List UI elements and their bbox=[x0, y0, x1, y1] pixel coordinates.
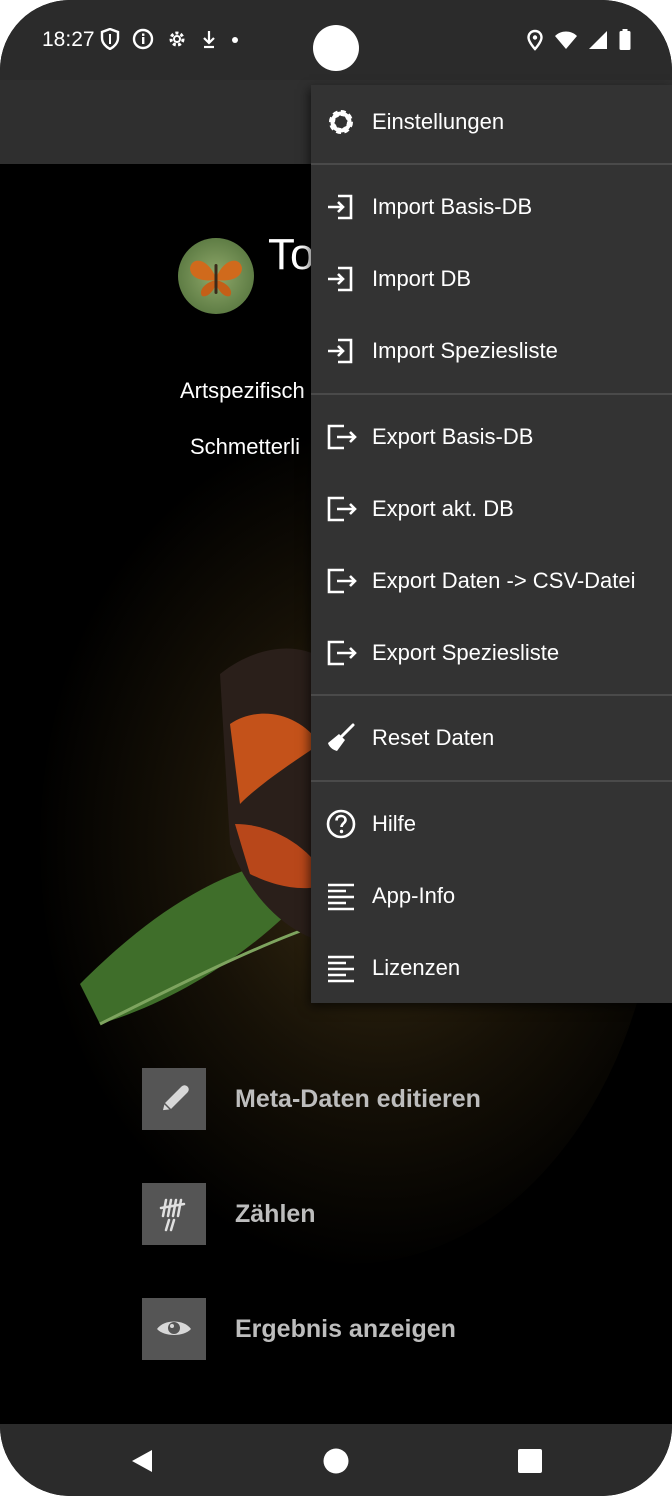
text-lines-icon bbox=[325, 952, 357, 984]
menu-item-settings[interactable]: Einstellungen bbox=[311, 86, 672, 158]
menu-item-label: Export akt. DB bbox=[372, 496, 514, 521]
recents-icon[interactable] bbox=[517, 1448, 543, 1474]
app-subtitle-2: Schmetterli bbox=[190, 434, 301, 459]
signal-icon bbox=[589, 31, 607, 49]
menu-item-label: Einstellungen bbox=[372, 109, 505, 134]
import-icon bbox=[325, 191, 357, 223]
tally-icon bbox=[142, 1183, 206, 1245]
navigation-bar bbox=[0, 1424, 672, 1496]
settings-status-icon bbox=[169, 31, 185, 47]
menu-item-label: Export Speziesliste bbox=[372, 640, 560, 665]
gear-icon bbox=[325, 106, 357, 138]
count-button[interactable]: Zählen bbox=[142, 1183, 316, 1245]
status-time: 18:27 bbox=[42, 28, 95, 51]
show-results-label: Ergebnis anzeigen bbox=[235, 1314, 456, 1343]
menu-item-reset-data[interactable]: Reset Daten bbox=[311, 702, 672, 774]
import-icon bbox=[325, 335, 357, 367]
menu-item-label: Export Basis-DB bbox=[372, 424, 534, 449]
menu-item-export-current-db[interactable]: Export akt. DB bbox=[311, 473, 672, 545]
app-logo-avatar bbox=[178, 238, 254, 314]
phone-screen: 18:27 To Artspezifisch Schmetterli Meta-… bbox=[0, 0, 672, 1496]
menu-item-import-db[interactable]: Import DB bbox=[311, 243, 672, 315]
menu-item-label: Hilfe bbox=[372, 811, 417, 836]
menu-item-export-csv[interactable]: Export Daten -> CSV-Datei bbox=[311, 545, 672, 617]
export-icon bbox=[325, 421, 357, 453]
front-camera bbox=[313, 25, 359, 71]
download-status-icon bbox=[203, 31, 215, 49]
home-icon[interactable] bbox=[322, 1447, 350, 1475]
menu-divider bbox=[311, 780, 672, 782]
app-title: To bbox=[268, 230, 315, 279]
menu-divider bbox=[311, 393, 672, 395]
export-icon bbox=[325, 637, 357, 669]
menu-item-export-basis-db[interactable]: Export Basis-DB bbox=[311, 401, 672, 473]
status-system-icons bbox=[526, 28, 632, 52]
menu-item-app-info[interactable]: App-Info bbox=[311, 860, 672, 932]
import-icon bbox=[325, 263, 357, 295]
export-icon bbox=[325, 565, 357, 597]
edit-metadata-label: Meta-Daten editieren bbox=[235, 1084, 481, 1113]
menu-item-label: Import Basis-DB bbox=[372, 194, 533, 219]
edit-metadata-button[interactable]: Meta-Daten editieren bbox=[142, 1068, 481, 1130]
menu-item-import-basis-db[interactable]: Import Basis-DB bbox=[311, 171, 672, 243]
menu-item-label: Reset Daten bbox=[372, 725, 495, 750]
app-subtitle-1: Artspezifisch bbox=[180, 378, 305, 403]
shield-icon bbox=[100, 28, 120, 50]
location-icon bbox=[527, 29, 543, 51]
menu-item-licenses[interactable]: Lizenzen bbox=[311, 932, 672, 1004]
back-icon[interactable] bbox=[128, 1448, 156, 1474]
menu-item-label: App-Info bbox=[372, 883, 456, 908]
menu-item-label: Import Speziesliste bbox=[372, 338, 558, 363]
count-label: Zählen bbox=[235, 1199, 316, 1228]
menu-item-label: Export Daten -> CSV-Datei bbox=[372, 568, 636, 593]
status-notification-icons bbox=[100, 28, 240, 50]
broom-icon bbox=[325, 722, 357, 754]
export-icon bbox=[325, 493, 357, 525]
text-lines-icon bbox=[325, 880, 357, 912]
overflow-menu: Einstellungen Import Basis-DB Import DB … bbox=[311, 85, 672, 1003]
help-icon bbox=[325, 808, 357, 840]
menu-item-export-species-list[interactable]: Export Speziesliste bbox=[311, 617, 672, 689]
menu-item-label: Lizenzen bbox=[372, 955, 461, 980]
menu-item-label: Import DB bbox=[372, 266, 472, 291]
menu-item-help[interactable]: Hilfe bbox=[311, 788, 672, 860]
menu-item-import-species-list[interactable]: Import Speziesliste bbox=[311, 315, 672, 387]
menu-divider bbox=[311, 163, 672, 165]
eye-icon bbox=[142, 1298, 206, 1360]
wifi-icon bbox=[555, 31, 577, 49]
show-results-button[interactable]: Ergebnis anzeigen bbox=[142, 1298, 456, 1360]
battery-icon bbox=[619, 29, 631, 50]
dot-icon bbox=[232, 37, 238, 43]
menu-divider bbox=[311, 694, 672, 696]
pencil-icon bbox=[142, 1068, 206, 1130]
info-icon bbox=[132, 28, 154, 50]
